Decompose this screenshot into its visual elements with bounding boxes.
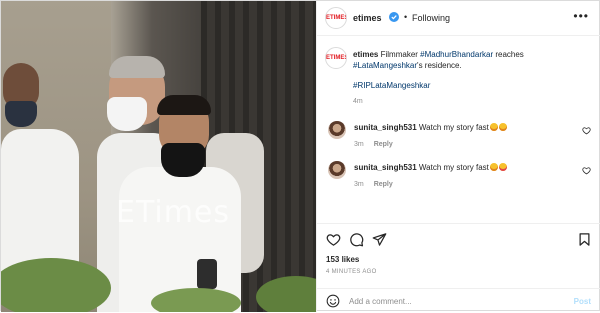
mobile-phone	[197, 259, 217, 289]
more-options-icon[interactable]: •••	[573, 9, 589, 23]
commenter-avatar[interactable]	[328, 121, 346, 139]
hashtag-rip-lata-mangeshkar[interactable]: #RIPLataMangeshkar	[353, 81, 430, 90]
caption-text-lead: Filmmaker	[380, 50, 418, 59]
emoji-smiley-icon[interactable]	[326, 294, 340, 308]
grinning-face-icon	[489, 163, 498, 171]
post-comment-button[interactable]: Post	[574, 297, 591, 306]
photo-watermark: ETimes	[116, 195, 231, 230]
comment-icon[interactable]	[349, 232, 364, 247]
hashtag-madhur-bhandarkar[interactable]: #MadhurBhandarkar	[420, 50, 493, 59]
caption-text-tail: 's residence.	[417, 61, 462, 70]
foliage-middle	[151, 288, 241, 312]
instagram-post-embed: ETimes ETIMES etimes • Following ••• ETI…	[0, 0, 600, 312]
caption-timestamp: 4m	[353, 98, 363, 105]
heart-icon[interactable]	[582, 126, 591, 135]
hashtag-lata-mangeshkar[interactable]: #LataMangeshkar	[353, 61, 417, 70]
likes-count[interactable]: 153 likes	[326, 255, 359, 264]
bookmark-icon[interactable]	[577, 232, 592, 247]
commenter-avatar[interactable]	[328, 161, 346, 179]
verified-badge-icon	[389, 12, 399, 22]
comment-meta: 3m Reply	[354, 181, 393, 188]
share-icon[interactable]	[372, 232, 387, 247]
add-comment-input[interactable]	[349, 293, 559, 309]
add-comment-bar: Post	[317, 288, 600, 313]
comment-body: sunita_singh531 Watch my story fast	[354, 163, 507, 172]
separator-dot: •	[404, 12, 408, 22]
reply-button[interactable]: Reply	[374, 181, 393, 188]
heart-icon[interactable]	[582, 166, 591, 175]
post-timestamp: 4 MINUTES AGO	[326, 269, 377, 275]
post-caption: etimes Filmmaker #MadhurBhandarkar reach…	[353, 49, 568, 71]
grinning-face-icon	[489, 123, 498, 131]
heart-icon[interactable]	[326, 232, 341, 247]
caption-username[interactable]: etimes	[353, 50, 378, 59]
comment-timestamp: 3m	[354, 141, 364, 148]
caption-text-mid: reaches	[495, 50, 524, 59]
post-photo[interactable]: ETimes	[1, 1, 316, 312]
account-avatar[interactable]: ETIMES	[325, 7, 347, 29]
post-header: ETIMES etimes • Following •••	[317, 1, 600, 36]
comment-text: Watch my story fast	[418, 123, 489, 132]
comment-timestamp: 3m	[354, 181, 364, 188]
reply-button[interactable]: Reply	[374, 141, 393, 148]
commenter-username[interactable]: sunita_singh531	[354, 123, 417, 132]
commenter-username[interactable]: sunita_singh531	[354, 163, 417, 172]
following-button[interactable]: Following	[412, 13, 450, 23]
comment-item: sunita_singh531 Watch my story fast 3m R…	[317, 161, 600, 197]
comment-item: sunita_singh531 Watch my story fast 3m R…	[317, 121, 600, 157]
heart-eyes-face-icon	[498, 163, 507, 171]
post-side-panel: ETIMES etimes • Following ••• ETIMES eti…	[316, 1, 600, 312]
comment-meta: 3m Reply	[354, 141, 393, 148]
grinning-face-icon	[498, 123, 507, 131]
account-username[interactable]: etimes	[353, 13, 382, 23]
caption-avatar[interactable]: ETIMES	[325, 47, 347, 69]
post-actions	[317, 223, 600, 254]
comment-body: sunita_singh531 Watch my story fast	[354, 123, 507, 132]
comment-text: Watch my story fast	[418, 163, 489, 172]
